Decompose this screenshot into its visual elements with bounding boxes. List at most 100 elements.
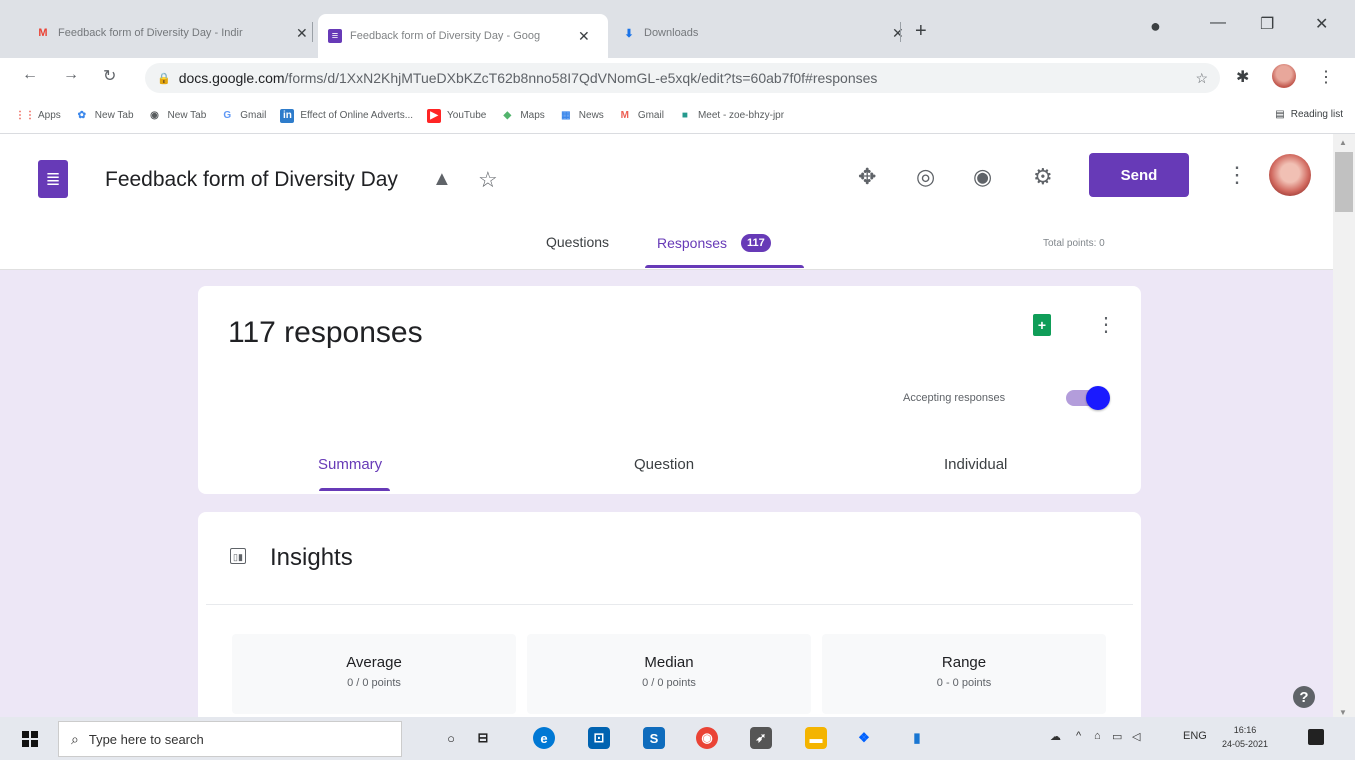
restore-icon[interactable]: ❐ xyxy=(1260,14,1274,34)
close-icon[interactable]: ✕ xyxy=(296,25,308,42)
language-indicator[interactable]: ENG xyxy=(1183,730,1207,742)
responses-count: 117 responses xyxy=(228,316,423,349)
help-icon[interactable]: ? xyxy=(1293,686,1315,708)
tray-volume-icon[interactable]: ◁ xyxy=(1132,730,1140,743)
news-icon: ▦ xyxy=(561,110,571,121)
browser-profile-avatar[interactable] xyxy=(1272,64,1296,88)
browser-tab-gmail[interactable]: M Feedback form of Diversity Day - Indir… xyxy=(26,16,318,50)
scrollbar[interactable] xyxy=(1333,134,1355,717)
globe-icon: ◉ xyxy=(150,110,159,121)
star-icon[interactable]: ☆ xyxy=(478,167,498,193)
more-options-icon[interactable]: ⋮ xyxy=(1226,162,1248,188)
store-icon[interactable]: ⊡ xyxy=(588,727,610,749)
bookmark-label: New Tab xyxy=(167,110,207,121)
sway-icon[interactable]: S xyxy=(643,727,665,749)
youtube-icon: ▶ xyxy=(427,108,442,123)
tab-responses[interactable]: Responses 117 xyxy=(657,234,771,252)
bookmark-label: Maps xyxy=(520,110,545,121)
scroll-up-icon[interactable]: ▲ xyxy=(1339,138,1347,147)
reading-list[interactable]: ▤ Reading list xyxy=(1275,109,1343,120)
stat-value: 0 / 0 points xyxy=(642,677,696,689)
windows-start-icon[interactable] xyxy=(22,731,38,747)
tray-battery-icon[interactable]: ▭ xyxy=(1112,730,1122,743)
preview-eye-icon[interactable]: ◉ xyxy=(973,164,992,190)
forms-icon: ≡ xyxy=(328,29,342,43)
dropbox-icon[interactable]: ❖ xyxy=(853,727,875,749)
chrome-menu-icon[interactable]: ⋮ xyxy=(1318,67,1334,87)
bookmark-label: News xyxy=(578,110,604,121)
stat-label: Median xyxy=(644,654,694,671)
tab-title: Feedback form of Diversity Day - Goog xyxy=(350,30,541,42)
window-close-icon[interactable]: ✕ xyxy=(1315,14,1328,34)
tab-questions[interactable]: Questions xyxy=(546,234,609,250)
google-icon: G xyxy=(223,110,232,121)
tab-title: Downloads xyxy=(644,27,699,39)
tray-network-icon[interactable]: ⌂ xyxy=(1094,730,1101,742)
send-button[interactable]: Send xyxy=(1089,153,1189,197)
toggle-knob[interactable] xyxy=(1086,386,1110,410)
accepting-responses-label: Accepting responses xyxy=(903,392,1006,404)
browser-tab-downloads[interactable]: ⬇ Downloads ✕ xyxy=(612,16,914,50)
cortana-icon[interactable]: ○ xyxy=(440,727,462,749)
gmail-icon: M xyxy=(620,110,629,121)
extensions-icon[interactable]: ✱ xyxy=(1236,67,1249,87)
url-input[interactable]: 🔒 docs.google.com /forms/d/1XxN2KhjMTueD… xyxy=(145,63,1220,93)
insights-title: Insights xyxy=(270,544,353,571)
file-explorer-icon[interactable]: ▬ xyxy=(805,727,827,749)
stat-value: 0 / 0 points xyxy=(347,677,401,689)
tab-search-icon[interactable]: ● xyxy=(1150,16,1161,37)
bookmark-apps[interactable]: ⋮⋮ Apps xyxy=(15,109,61,123)
taskbar-search-input[interactable]: ⌕ Type here to search xyxy=(58,721,402,757)
addon-puzzle-icon[interactable]: ✥ xyxy=(858,164,876,190)
forward-icon[interactable]: → xyxy=(63,66,79,84)
more-options-icon[interactable]: ⋮ xyxy=(1096,312,1116,337)
subtab-question[interactable]: Question xyxy=(634,456,694,473)
tray-chevron-icon[interactable]: ^ xyxy=(1076,730,1081,742)
bookmark-gmail-2[interactable]: M Gmail xyxy=(618,109,664,123)
bookmark-new-tab[interactable]: ✿ New Tab xyxy=(75,109,134,123)
settings-gear-icon[interactable]: ⚙ xyxy=(1033,164,1053,190)
bookmark-label: Effect of Online Adverts... xyxy=(300,110,414,121)
stat-range: Range 0 - 0 points xyxy=(822,634,1106,714)
browser-tab-forms[interactable]: ≡ Feedback form of Diversity Day - Goog … xyxy=(318,14,608,58)
subtab-summary[interactable]: Summary xyxy=(318,456,382,473)
bookmark-maps[interactable]: ◆ Maps xyxy=(500,109,544,123)
new-tab-icon[interactable]: + xyxy=(915,20,927,43)
task-view-icon[interactable]: ⊟ xyxy=(472,727,494,749)
stat-value: 0 - 0 points xyxy=(936,677,992,689)
close-icon[interactable]: ✕ xyxy=(892,25,904,42)
notification-icon[interactable] xyxy=(1308,729,1324,745)
chrome-icon[interactable]: ◉ xyxy=(696,727,718,749)
bookmark-meet[interactable]: ■ Meet - zoe-bhzy-jpr xyxy=(678,109,784,123)
app-pinned-icon[interactable]: ▮ xyxy=(906,727,928,749)
reload-icon[interactable]: ↻ xyxy=(103,66,116,86)
form-title[interactable]: Feedback form of Diversity Day xyxy=(105,168,398,192)
tray-weather-icon[interactable]: ☁ xyxy=(1050,730,1061,743)
bookmark-effect-online[interactable]: in Effect of Online Adverts... xyxy=(280,108,414,123)
bookmark-gmail[interactable]: G Gmail xyxy=(220,109,266,123)
bookmark-news[interactable]: ▦ News xyxy=(559,109,604,123)
app-icon[interactable]: ➶ xyxy=(750,727,772,749)
sheets-icon[interactable]: + xyxy=(1033,314,1051,336)
back-icon[interactable]: ← xyxy=(22,66,38,84)
search-icon: ⌕ xyxy=(71,730,79,747)
bookmark-star-icon[interactable]: ☆ xyxy=(1195,70,1208,87)
scroll-down-icon[interactable]: ▼ xyxy=(1339,708,1347,717)
palette-icon[interactable]: ◎ xyxy=(916,164,935,190)
edge-icon[interactable]: e xyxy=(533,727,555,749)
tab-active-indicator xyxy=(645,265,804,268)
scrollbar-thumb[interactable] xyxy=(1335,152,1353,212)
subtab-individual[interactable]: Individual xyxy=(944,456,1007,473)
url-host: docs.google.com xyxy=(178,70,285,86)
close-icon[interactable]: ✕ xyxy=(578,28,590,45)
url-path: /forms/d/1XxN2KhjMTueDXbKZcT62b8nno58I7Q… xyxy=(284,70,878,86)
forms-logo-icon[interactable]: ≣ xyxy=(38,160,68,198)
minimize-icon[interactable]: — xyxy=(1210,14,1226,32)
stat-label: Range xyxy=(941,654,987,671)
move-to-folder-icon[interactable]: ▲ xyxy=(432,168,452,191)
taskbar-clock[interactable]: 16:16 24-05-2021 xyxy=(1222,723,1268,751)
forms-header: ≣ Feedback form of Diversity Day ▲ ☆ ✥ ◎… xyxy=(0,134,1333,270)
avatar[interactable] xyxy=(1269,154,1311,196)
bookmark-new-tab-2[interactable]: ◉ New Tab xyxy=(148,109,207,123)
bookmark-youtube[interactable]: ▶ YouTube xyxy=(427,108,486,123)
